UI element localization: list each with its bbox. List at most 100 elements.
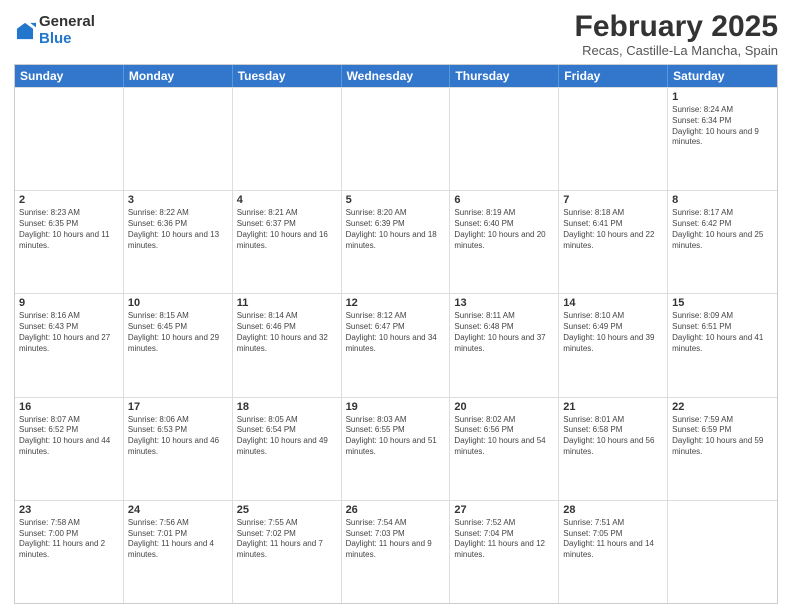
weekday-header: Friday	[559, 65, 668, 87]
page: General Blue February 2025 Recas, Castil…	[0, 0, 792, 612]
day-number: 5	[346, 194, 446, 206]
day-info: Sunrise: 8:17 AM Sunset: 6:42 PM Dayligh…	[672, 208, 773, 251]
day-info: Sunrise: 8:07 AM Sunset: 6:52 PM Dayligh…	[19, 415, 119, 458]
calendar-cell: 2 Sunrise: 8:23 AM Sunset: 6:35 PM Daylig…	[15, 191, 124, 293]
day-info: Sunrise: 8:15 AM Sunset: 6:45 PM Dayligh…	[128, 311, 228, 354]
calendar-body: 1 Sunrise: 8:24 AM Sunset: 6:34 PM Daylig…	[15, 87, 777, 603]
day-number: 9	[19, 297, 119, 309]
calendar-cell: 7 Sunrise: 8:18 AM Sunset: 6:41 PM Daylig…	[559, 191, 668, 293]
day-info: Sunrise: 8:23 AM Sunset: 6:35 PM Dayligh…	[19, 208, 119, 251]
day-info: Sunrise: 8:09 AM Sunset: 6:51 PM Dayligh…	[672, 311, 773, 354]
calendar-cell: 26 Sunrise: 7:54 AM Sunset: 7:03 PM Dayli…	[342, 501, 451, 603]
calendar-cell: 22Sunrise: 7:59 AM Sunset: 6:59 PM Dayli…	[668, 398, 777, 500]
calendar-cell: 27Sunrise: 7:52 AM Sunset: 7:04 PM Dayli…	[450, 501, 559, 603]
day-info: Sunrise: 8:14 AM Sunset: 6:46 PM Dayligh…	[237, 311, 337, 354]
day-number: 24	[128, 504, 228, 516]
logo-general: General	[39, 14, 95, 31]
weekday-header: Tuesday	[233, 65, 342, 87]
weekday-header: Sunday	[15, 65, 124, 87]
calendar-cell	[233, 88, 342, 190]
calendar-cell	[668, 501, 777, 603]
day-info: Sunrise: 8:16 AM Sunset: 6:43 PM Dayligh…	[19, 311, 119, 354]
calendar-cell: 19Sunrise: 8:03 AM Sunset: 6:55 PM Dayli…	[342, 398, 451, 500]
day-number: 11	[237, 297, 337, 309]
calendar-cell: 3Sunrise: 8:22 AM Sunset: 6:36 PM Daylig…	[124, 191, 233, 293]
weekday-header: Wednesday	[342, 65, 451, 87]
day-info: Sunrise: 8:20 AM Sunset: 6:39 PM Dayligh…	[346, 208, 446, 251]
day-info: Sunrise: 8:12 AM Sunset: 6:47 PM Dayligh…	[346, 311, 446, 354]
calendar-cell: 9 Sunrise: 8:16 AM Sunset: 6:43 PM Daylig…	[15, 294, 124, 396]
day-info: Sunrise: 8:21 AM Sunset: 6:37 PM Dayligh…	[237, 208, 337, 251]
calendar-cell: 6 Sunrise: 8:19 AM Sunset: 6:40 PM Daylig…	[450, 191, 559, 293]
day-info: Sunrise: 8:06 AM Sunset: 6:53 PM Dayligh…	[128, 415, 228, 458]
day-info: Sunrise: 8:11 AM Sunset: 6:48 PM Dayligh…	[454, 311, 554, 354]
day-number: 7	[563, 194, 663, 206]
day-number: 10	[128, 297, 228, 309]
day-number: 12	[346, 297, 446, 309]
calendar-cell: 4 Sunrise: 8:21 AM Sunset: 6:37 PM Daylig…	[233, 191, 342, 293]
calendar-cell: 10 Sunrise: 8:15 AM Sunset: 6:45 PM Dayli…	[124, 294, 233, 396]
day-info: Sunrise: 8:05 AM Sunset: 6:54 PM Dayligh…	[237, 415, 337, 458]
day-number: 16	[19, 401, 119, 413]
calendar-cell: 11 Sunrise: 8:14 AM Sunset: 6:46 PM Dayli…	[233, 294, 342, 396]
calendar-cell	[559, 88, 668, 190]
day-info: Sunrise: 7:58 AM Sunset: 7:00 PM Dayligh…	[19, 518, 119, 561]
calendar-cell: 23 Sunrise: 7:58 AM Sunset: 7:00 PM Dayli…	[15, 501, 124, 603]
calendar-cell	[450, 88, 559, 190]
day-number: 28	[563, 504, 663, 516]
calendar-cell: 17Sunrise: 8:06 AM Sunset: 6:53 PM Dayli…	[124, 398, 233, 500]
day-number: 25	[237, 504, 337, 516]
weekday-header: Thursday	[450, 65, 559, 87]
logo: General Blue	[14, 14, 95, 47]
logo-icon	[14, 20, 36, 42]
calendar-cell: 24 Sunrise: 7:56 AM Sunset: 7:01 PM Dayli…	[124, 501, 233, 603]
calendar-row: 16 Sunrise: 8:07 AM Sunset: 6:52 PM Dayli…	[15, 397, 777, 500]
calendar-header: SundayMondayTuesdayWednesdayThursdayFrid…	[15, 65, 777, 87]
calendar-cell: 14 Sunrise: 8:10 AM Sunset: 6:49 PM Dayli…	[559, 294, 668, 396]
day-number: 27	[454, 504, 554, 516]
day-number: 2	[19, 194, 119, 206]
weekday-header: Monday	[124, 65, 233, 87]
day-info: Sunrise: 7:55 AM Sunset: 7:02 PM Dayligh…	[237, 518, 337, 561]
title-block: February 2025 Recas, Castille-La Mancha,…	[575, 10, 778, 58]
location: Recas, Castille-La Mancha, Spain	[575, 43, 778, 58]
day-number: 26	[346, 504, 446, 516]
day-info: Sunrise: 8:22 AM Sunset: 6:36 PM Dayligh…	[128, 208, 228, 251]
calendar-cell: 21Sunrise: 8:01 AM Sunset: 6:58 PM Dayli…	[559, 398, 668, 500]
day-number: 6	[454, 194, 554, 206]
day-number: 18	[237, 401, 337, 413]
calendar-cell	[124, 88, 233, 190]
day-info: Sunrise: 8:19 AM Sunset: 6:40 PM Dayligh…	[454, 208, 554, 251]
calendar-row: 1 Sunrise: 8:24 AM Sunset: 6:34 PM Daylig…	[15, 87, 777, 190]
logo-text: General Blue	[39, 14, 95, 47]
calendar-cell	[342, 88, 451, 190]
day-number: 23	[19, 504, 119, 516]
day-info: Sunrise: 7:56 AM Sunset: 7:01 PM Dayligh…	[128, 518, 228, 561]
calendar-cell: 20Sunrise: 8:02 AM Sunset: 6:56 PM Dayli…	[450, 398, 559, 500]
day-info: Sunrise: 8:24 AM Sunset: 6:34 PM Dayligh…	[672, 105, 773, 148]
day-info: Sunrise: 7:51 AM Sunset: 7:05 PM Dayligh…	[563, 518, 663, 561]
day-number: 13	[454, 297, 554, 309]
calendar-cell: 25 Sunrise: 7:55 AM Sunset: 7:02 PM Dayli…	[233, 501, 342, 603]
calendar-cell: 12 Sunrise: 8:12 AM Sunset: 6:47 PM Dayli…	[342, 294, 451, 396]
calendar-row: 9 Sunrise: 8:16 AM Sunset: 6:43 PM Daylig…	[15, 293, 777, 396]
day-info: Sunrise: 8:18 AM Sunset: 6:41 PM Dayligh…	[563, 208, 663, 251]
header: General Blue February 2025 Recas, Castil…	[14, 10, 778, 58]
day-number: 4	[237, 194, 337, 206]
day-info: Sunrise: 8:02 AM Sunset: 6:56 PM Dayligh…	[454, 415, 554, 458]
calendar-cell: 8 Sunrise: 8:17 AM Sunset: 6:42 PM Daylig…	[668, 191, 777, 293]
day-info: Sunrise: 8:03 AM Sunset: 6:55 PM Dayligh…	[346, 415, 446, 458]
day-number: 14	[563, 297, 663, 309]
calendar-cell: 15 Sunrise: 8:09 AM Sunset: 6:51 PM Dayli…	[668, 294, 777, 396]
day-number: 15	[672, 297, 773, 309]
calendar-cell: 5 Sunrise: 8:20 AM Sunset: 6:39 PM Daylig…	[342, 191, 451, 293]
calendar-cell: 18 Sunrise: 8:05 AM Sunset: 6:54 PM Dayli…	[233, 398, 342, 500]
day-info: Sunrise: 7:54 AM Sunset: 7:03 PM Dayligh…	[346, 518, 446, 561]
day-info: Sunrise: 8:10 AM Sunset: 6:49 PM Dayligh…	[563, 311, 663, 354]
month-title: February 2025	[575, 10, 778, 43]
day-number: 1	[672, 91, 773, 103]
day-number: 21	[563, 401, 663, 413]
calendar: SundayMondayTuesdayWednesdayThursdayFrid…	[14, 64, 778, 604]
logo-blue: Blue	[39, 31, 95, 48]
day-number: 8	[672, 194, 773, 206]
